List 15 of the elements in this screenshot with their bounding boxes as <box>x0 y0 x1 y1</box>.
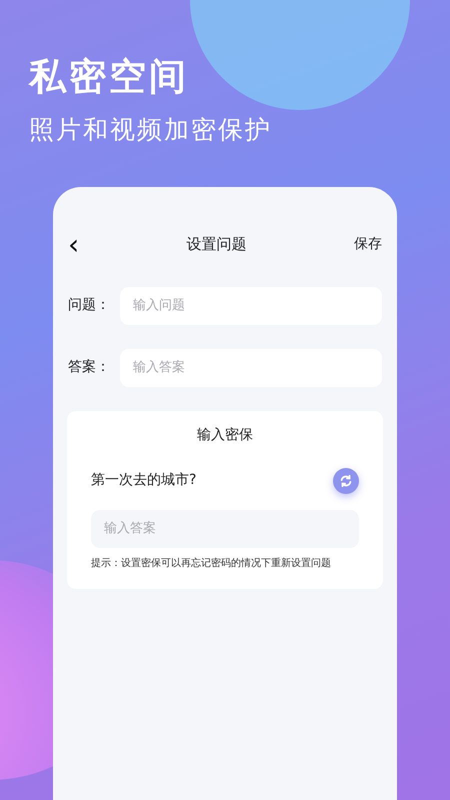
promo-subtitle: 照片和视频加密保护 <box>29 114 273 146</box>
field-label: 问题： <box>68 296 111 315</box>
input-field[interactable]: 输入答案 <box>120 348 382 386</box>
refresh-button[interactable] <box>333 468 359 494</box>
promo-title: 私密空间 <box>29 58 190 95</box>
back-button[interactable]: ‹ <box>68 230 80 258</box>
input-field[interactable]: 输入问题 <box>120 286 382 324</box>
answer-field[interactable]: 输入答案 <box>91 510 359 548</box>
card-title: 输入密保 <box>196 426 254 444</box>
refresh-icon <box>339 474 353 488</box>
screen-title: 设置问题 <box>186 234 247 256</box>
save-button[interactable]: 保存 <box>354 234 382 255</box>
security-question: 第一次去的城市? <box>91 471 196 490</box>
hint-text: 提示：设置密保可以再忘记密码的情况下重新设置问题 <box>91 556 332 570</box>
field-label: 答案： <box>68 358 111 377</box>
